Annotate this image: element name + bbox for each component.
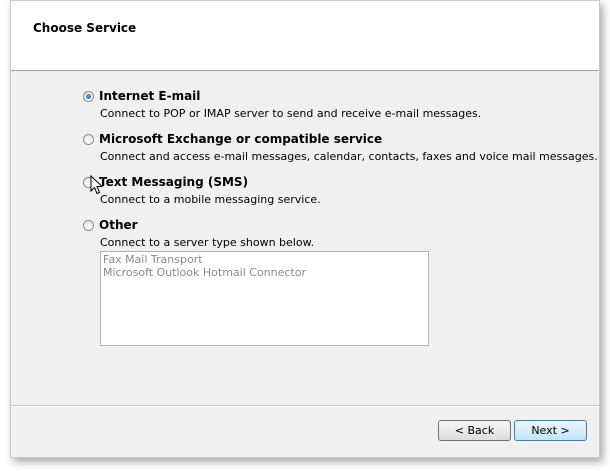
next-button[interactable]: Next > — [514, 420, 587, 441]
option-other[interactable]: Other Connect to a server type shown bel… — [83, 217, 314, 249]
service-options: Internet E-mail Connect to POP or IMAP s… — [11, 71, 599, 405]
mouse-pointer-icon — [90, 175, 104, 195]
microsoft-exchange-label[interactable]: Microsoft Exchange or compatible service — [99, 132, 382, 146]
footer-divider — [11, 405, 599, 407]
list-item[interactable]: Microsoft Outlook Hotmail Connector — [103, 266, 426, 279]
other-radio[interactable] — [83, 219, 94, 231]
microsoft-exchange-radio[interactable] — [83, 133, 94, 145]
other-description: Connect to a server type shown below. — [100, 236, 315, 249]
other-label[interactable]: Other — [99, 218, 138, 232]
option-internet-email[interactable]: Internet E-mail Connect to POP or IMAP s… — [83, 88, 481, 120]
back-button[interactable]: < Back — [438, 420, 511, 441]
internet-email-label[interactable]: Internet E-mail — [99, 89, 200, 103]
page-title: Choose Service — [33, 21, 137, 35]
dialog-header: Choose Service — [11, 1, 599, 71]
other-service-listbox[interactable]: Fax Mail Transport Microsoft Outlook Hot… — [100, 251, 429, 346]
microsoft-exchange-description: Connect and access e-mail messages, cale… — [100, 150, 598, 163]
list-item[interactable]: Fax Mail Transport — [103, 253, 426, 266]
option-text-messaging[interactable]: Text Messaging (SMS) Connect to a mobile… — [83, 174, 321, 206]
text-messaging-label[interactable]: Text Messaging (SMS) — [99, 175, 248, 189]
option-microsoft-exchange[interactable]: Microsoft Exchange or compatible service… — [83, 131, 598, 163]
choose-service-dialog: Choose Service Internet E-mail Connect t… — [10, 0, 600, 458]
text-messaging-description: Connect to a mobile messaging service. — [100, 193, 321, 206]
internet-email-description: Connect to POP or IMAP server to send an… — [100, 107, 482, 120]
internet-email-radio[interactable] — [83, 90, 94, 102]
